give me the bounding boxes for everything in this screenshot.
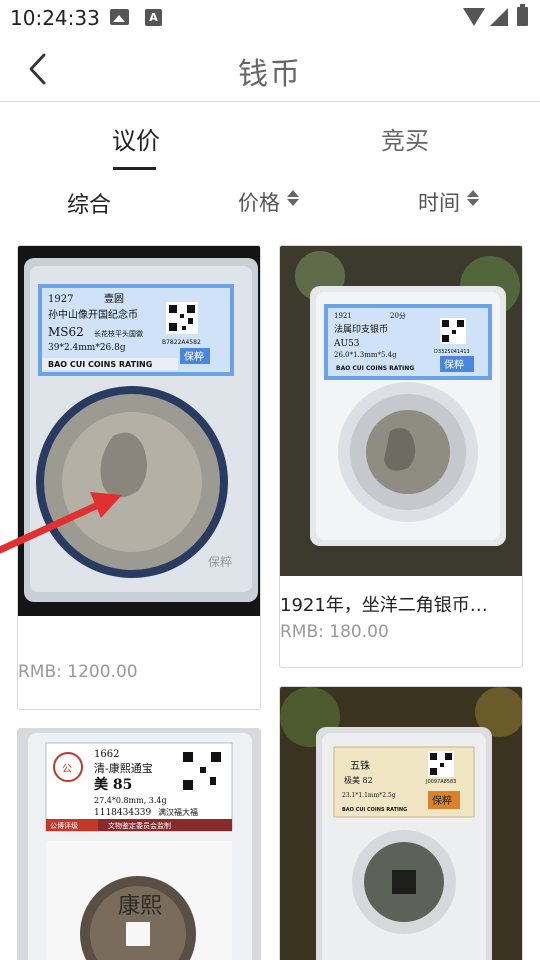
tab-bar: 议价 竞买 [0, 103, 540, 171]
sort-time[interactable]: 时间 [418, 187, 460, 217]
image-notification-icon [110, 9, 129, 25]
slab-brand: BAO CUI COINS RATING [336, 365, 414, 372]
a-notification-icon: A [145, 9, 162, 26]
slab-serial: 1118434339 [94, 808, 152, 818]
slab-serial: D3325041413 [434, 349, 470, 355]
slab-badge: 保粹 [184, 350, 204, 363]
slab-grade: AU53 [333, 339, 360, 349]
tab-auction[interactable]: 竞买 [381, 121, 429, 156]
battery-icon [517, 4, 528, 26]
card-price: RMB: 1200.00 [18, 662, 138, 682]
sort-price-arrows-icon[interactable] [287, 189, 299, 207]
wifi-icon [463, 8, 485, 26]
status-bar: 10:24:33 A [0, 0, 540, 36]
sort-price[interactable]: 价格 [238, 187, 280, 217]
slab-serial: B7822A4582 [162, 339, 201, 346]
slab-grade: 美 85 [94, 776, 132, 793]
red-arrow-icon [0, 492, 122, 554]
slab-badge: 保粹 [444, 358, 464, 371]
slab-spec: 39*2.4mm*26.8g [48, 343, 126, 353]
slab-name: 五铢 [350, 759, 370, 772]
coin-photo: 1921 20分 法属印支银币 AU53 26.0*1.3mm*5.4g D33… [280, 246, 522, 576]
sort-comprehensive[interactable]: 综合 [67, 187, 111, 219]
card-title: 1921年，坐洋二角银币… [280, 595, 488, 616]
slab-badge: 保粹 [432, 794, 452, 807]
slab-name: 法属印支银币 [334, 323, 388, 335]
slab-spec: 27.4*0.8mm, 3.4g [94, 796, 167, 805]
product-card[interactable]: 1921 20分 法属印支银币 AU53 26.0*1.3mm*5.4g D33… [279, 245, 523, 668]
slab-serial: J0097A8583 [425, 779, 456, 785]
active-tab-indicator [113, 167, 156, 170]
slab-variety: 长花枝平头国徽 [94, 329, 143, 338]
product-card[interactable]: 1927 壹圆 孙中山像开国纪念币 MS62 长花枝平头国徽 39*2.4mm*… [17, 245, 261, 710]
coin-chars: 康熙 [118, 894, 162, 919]
coin-photo: 五铢 极美 82 23.1*1.1mm*2.5g J0097A8583 保粹 B… [280, 687, 522, 960]
tab-bid[interactable]: 议价 [112, 121, 160, 156]
card-price: RMB: 180.00 [280, 622, 389, 642]
slab-note: 满汉福大福 [158, 807, 198, 817]
slab-brand: BAO CUI COINS RATING [342, 807, 407, 813]
slab-denom: 20分 [390, 311, 406, 320]
slab-footer-left: 公博评级 [50, 821, 78, 830]
svg-text:保粹: 保粹 [208, 555, 232, 569]
product-card[interactable]: 五铢 极美 82 23.1*1.1mm*2.5g J0097A8583 保粹 B… [279, 686, 523, 960]
slab-spec: 23.1*1.1mm*2.5g [342, 792, 396, 799]
app-header: 钱币 [0, 36, 540, 102]
slab-grade: 极美 82 [344, 775, 373, 785]
product-card[interactable]: 公 1662 清-康熙通宝 美 85 27.4*0.8mm, 3.4g 1118… [17, 728, 261, 960]
sort-time-arrows-icon[interactable] [467, 189, 479, 207]
status-time: 10:24:33 [10, 6, 100, 30]
slab-spec: 26.0*1.3mm*5.4g [334, 351, 397, 359]
slab-year: 1921 [334, 312, 352, 320]
slab-footer-right: 文物鉴定委员会监制 [108, 821, 171, 830]
slab-year: 1662 [94, 749, 119, 760]
signal-icon [490, 8, 508, 26]
slab-brand: BAO CUI COINS RATING [48, 360, 152, 369]
slab-year: 1927 [48, 294, 73, 305]
coin-photo: 公 1662 清-康熙通宝 美 85 27.4*0.8mm, 3.4g 1118… [18, 729, 260, 960]
slab-denom: 壹圆 [104, 292, 124, 305]
svg-text:公: 公 [62, 764, 72, 775]
slab-name: 清-康熙通宝 [94, 761, 153, 775]
sort-bar: 综合 价格 时间 [0, 171, 540, 231]
slab-name: 孙中山像开国纪念币 [48, 308, 138, 321]
slab-grade: MS62 [48, 325, 84, 339]
page-title: 钱币 [238, 57, 302, 92]
